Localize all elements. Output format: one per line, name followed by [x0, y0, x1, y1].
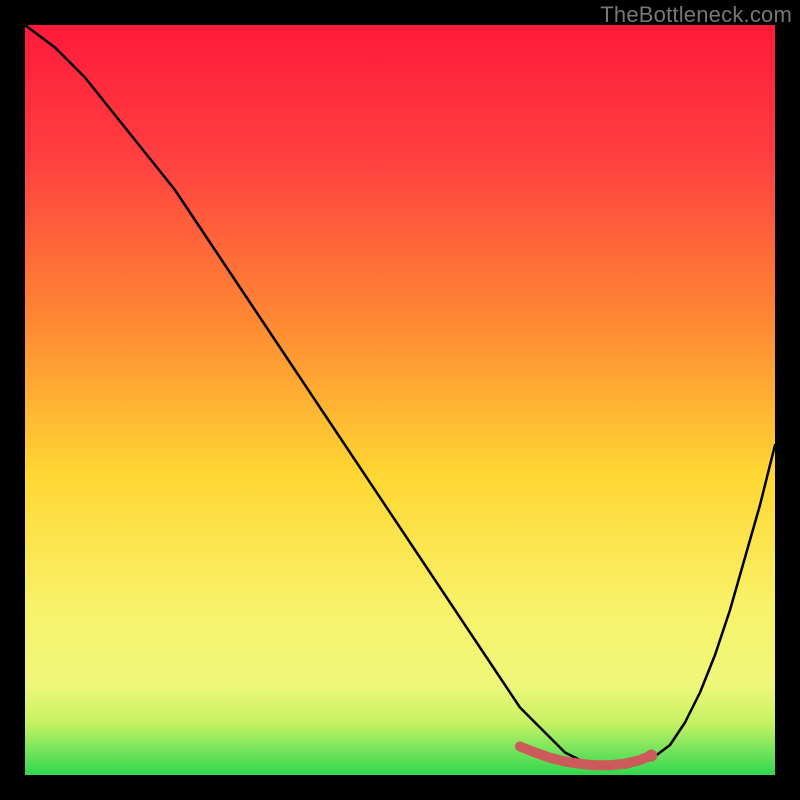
- gradient-background: [25, 25, 775, 775]
- sweet-spot-end-dot: [645, 750, 657, 762]
- watermark-text: TheBottleneck.com: [600, 2, 792, 28]
- chart-frame: TheBottleneck.com: [0, 0, 800, 800]
- bottleneck-chart: [25, 25, 775, 775]
